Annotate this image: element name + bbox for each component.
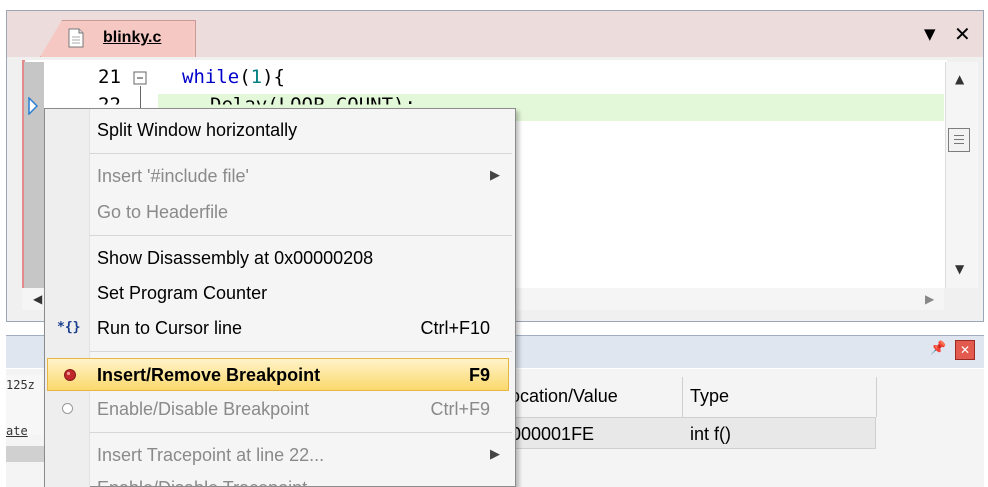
- lower-pane-close-icon[interactable]: ✕: [955, 340, 975, 360]
- scroll-right-icon[interactable]: ▶: [925, 292, 934, 306]
- left-fragment: 125z: [6, 378, 35, 392]
- column-header-type[interactable]: Type: [690, 386, 729, 407]
- menu-separator: [90, 351, 512, 352]
- vertical-scrollbar[interactable]: [945, 62, 978, 288]
- run-to-cursor-icon: *{}: [57, 320, 81, 335]
- menu-item-insert-remove-breakpoint[interactable]: Insert/Remove Breakpoint: [97, 365, 320, 386]
- scrollbar-thumb[interactable]: [948, 128, 970, 152]
- menu-item-split-window[interactable]: Split Window horizontally: [97, 120, 297, 141]
- submenu-arrow-icon: ▶: [490, 168, 500, 183]
- menu-item-show-disassembly[interactable]: Show Disassembly at 0x00000208: [97, 248, 373, 269]
- scroll-down-icon[interactable]: ▼: [955, 262, 964, 276]
- scroll-up-icon[interactable]: ▲: [955, 72, 964, 86]
- shortcut-run-to-cursor: Ctrl+F10: [420, 318, 490, 338]
- execution-arrow-icon: [28, 97, 39, 115]
- menu-icon-column: [45, 109, 90, 487]
- menu-separator: [90, 432, 512, 433]
- menu-item-set-program-counter[interactable]: Set Program Counter: [97, 283, 267, 304]
- line-number: 21: [98, 66, 121, 88]
- menu-item-insert-tracepoint[interactable]: Insert Tracepoint at line 22...: [97, 445, 324, 466]
- file-icon: [68, 28, 84, 48]
- pane-menu-icon[interactable]: ▼: [924, 25, 936, 43]
- pin-icon[interactable]: 📌: [930, 341, 946, 356]
- left-scroll-stub: [6, 446, 46, 462]
- breakpoint-disabled-icon: [62, 403, 73, 414]
- cell-type: int f(): [690, 424, 732, 444]
- menu-item-insert-include[interactable]: Insert '#include file': [97, 166, 249, 187]
- breakpoint-gutter[interactable]: [24, 62, 44, 288]
- menu-separator: [90, 235, 512, 236]
- cell-location: :000001FE: [506, 424, 595, 444]
- submenu-arrow-icon: ▶: [490, 447, 500, 462]
- file-tab-label[interactable]: blinky.c: [103, 29, 161, 47]
- menu-item-enable-disable-breakpoint[interactable]: Enable/Disable Breakpoint: [97, 399, 309, 420]
- fold-line: [140, 86, 141, 108]
- scroll-left-icon[interactable]: ◀: [33, 292, 42, 306]
- menu-separator: [90, 153, 512, 154]
- left-fragment: ate: [6, 424, 28, 438]
- menu-item-enable-disable-tracepoint[interactable]: Enable/Disable Tracepoint: [97, 478, 307, 487]
- shortcut-enable-breakpoint: Ctrl+F9: [430, 399, 490, 419]
- pane-close-icon[interactable]: ✕: [954, 22, 971, 46]
- menu-item-go-to-headerfile[interactable]: Go to Headerfile: [97, 202, 228, 223]
- menu-item-run-to-cursor[interactable]: Run to Cursor line: [97, 318, 242, 339]
- shortcut-breakpoint: F9: [468, 365, 490, 385]
- column-separator[interactable]: [876, 377, 877, 417]
- code-line-21[interactable]: while(1){: [182, 66, 285, 88]
- column-header-location[interactable]: ocation/Value: [510, 386, 618, 407]
- breakpoint-icon: [64, 369, 76, 381]
- collapse-icon[interactable]: [133, 71, 147, 85]
